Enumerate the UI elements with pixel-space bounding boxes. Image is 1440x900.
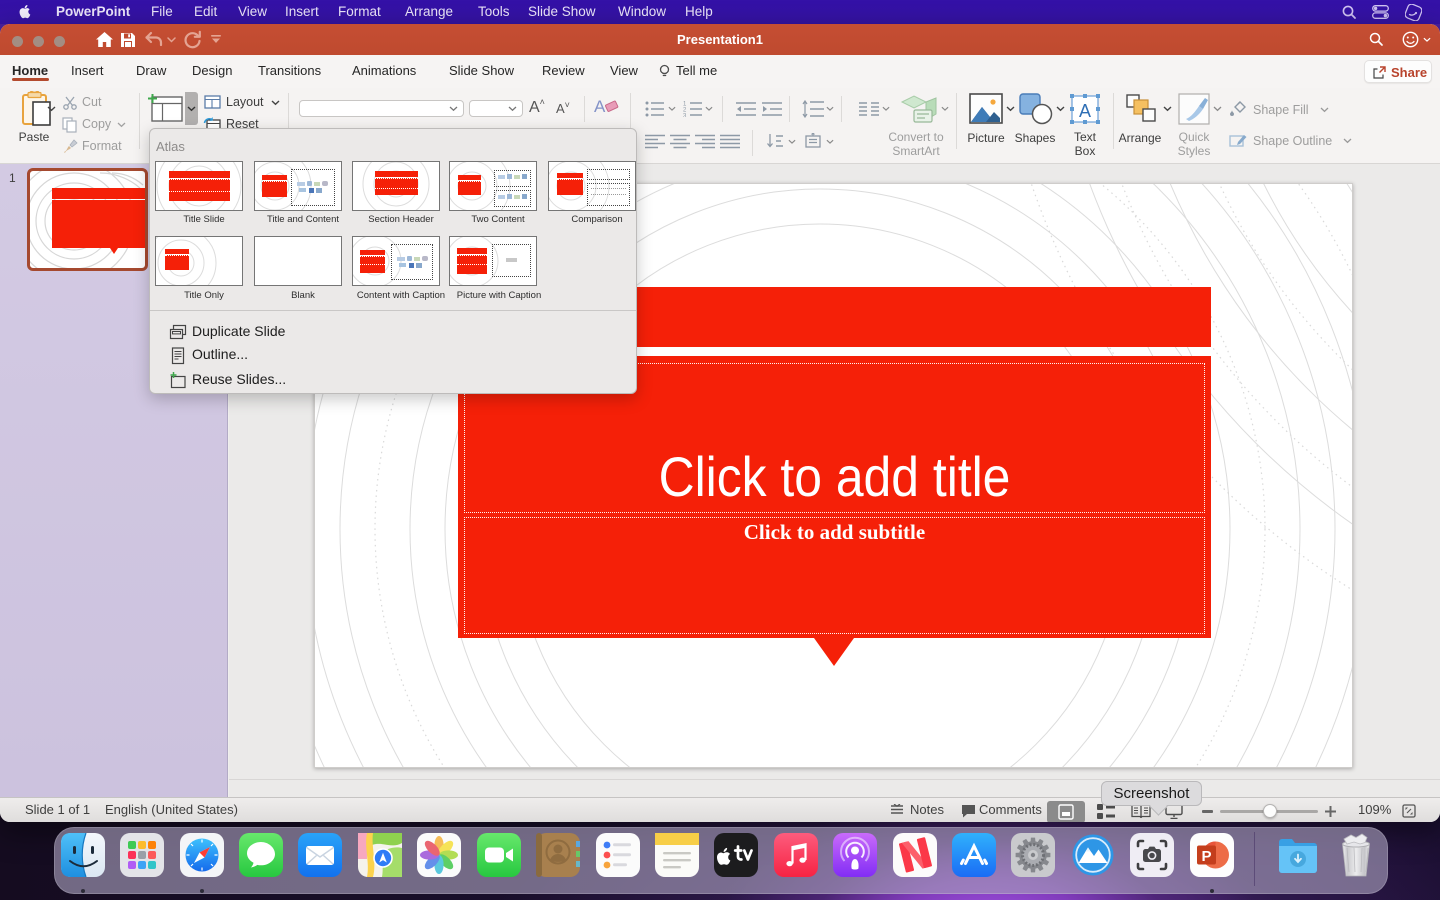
- svg-text:A: A: [1079, 101, 1091, 121]
- svg-text:P: P: [1202, 848, 1212, 865]
- svg-text:A: A: [594, 97, 606, 115]
- svg-text:3: 3: [683, 114, 687, 118]
